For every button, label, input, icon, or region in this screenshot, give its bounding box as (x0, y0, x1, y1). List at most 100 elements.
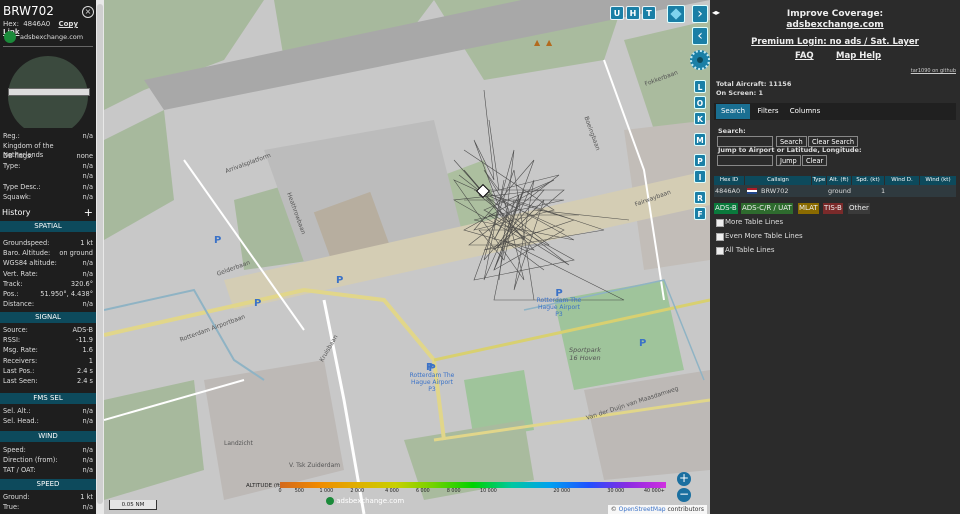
wind-row: TAT / OAT: n/a (3, 466, 93, 475)
chevron-right-icon[interactable]: › (692, 5, 708, 23)
jump-button[interactable]: Jump (776, 155, 801, 166)
gear-icon[interactable] (690, 50, 710, 70)
cell-hex: 4846A0 (715, 187, 741, 195)
premium-login-link[interactable]: Premium Login: no ads / Sat. Layer (710, 37, 960, 47)
altitude-tick-label: 10 000 (480, 489, 497, 494)
map-button-k[interactable]: K (694, 112, 706, 125)
altitude-tick-label: 20 000 (553, 489, 571, 494)
chevron-left-icon[interactable]: ‹ (692, 27, 708, 45)
map-button-t[interactable]: T (642, 6, 656, 20)
altitude-tick-label: 40 000+ (644, 489, 665, 494)
spatial-row: WGS84 altitude: n/a (3, 259, 93, 268)
improve-coverage-link[interactable]: adsbexchange.com (710, 20, 960, 30)
left-panel-scrollbar[interactable] (96, 0, 104, 514)
col-hex-id[interactable]: Hex ID (714, 176, 744, 185)
version-link[interactable]: tar1090 on github (911, 68, 956, 74)
source-chip: ADS-B (714, 203, 738, 214)
checkbox-all-lines[interactable] (716, 247, 724, 255)
tab-columns[interactable]: Columns (786, 104, 824, 119)
typedesc-row: Type Desc.: n/a (3, 183, 93, 191)
row-label: Speed: (3, 446, 26, 454)
speed-row: Ground: 1 kt (3, 493, 93, 502)
row-label: Msg. Rate: (3, 346, 38, 355)
dbflags-row: DB flags: none (3, 152, 93, 160)
col-spd[interactable]: Spd. (kt) (852, 176, 884, 185)
map-button-l[interactable]: L (694, 80, 706, 93)
clear-button[interactable]: Clear (802, 155, 828, 166)
callsign-title: BRW702 (3, 4, 54, 18)
jump-input[interactable] (717, 155, 773, 166)
attribution: © OpenStreetMap contributors (607, 505, 707, 514)
col-callsign[interactable]: Callsign (745, 176, 811, 185)
map-button-p[interactable]: P (694, 154, 706, 167)
close-icon[interactable]: × (82, 6, 94, 18)
osm-link[interactable]: OpenStreetMap (619, 506, 666, 513)
row-label: WGS84 altitude: (3, 259, 57, 268)
col-alt[interactable]: Alt. (ft) (827, 176, 851, 185)
label-landzicht: Landzicht (224, 440, 253, 447)
site-logo-icon (4, 31, 16, 43)
spatial-row: Baro. Altitude: on ground (3, 249, 93, 258)
label-sportpark: Sportpark 16 Hoven (569, 346, 601, 362)
row-value: n/a (82, 446, 93, 454)
faq-link[interactable]: FAQ (795, 51, 814, 61)
map-button-o[interactable]: O (694, 96, 706, 109)
hex-label: Hex: (3, 20, 19, 28)
spatial-row: Distance: n/a (3, 300, 93, 309)
signal-row: RSSI: -11.9 (3, 336, 93, 345)
row-value: 1 (88, 356, 93, 365)
layers-icon[interactable] (667, 5, 685, 23)
section-signal: SIGNAL (0, 312, 96, 323)
altitude-tick-label: 500 (294, 489, 304, 494)
on-screen: On Screen: 1 (716, 89, 763, 97)
row-value: n/a (82, 269, 93, 278)
map-button-f[interactable]: F (694, 207, 706, 220)
scrollbar-thumb[interactable] (97, 4, 103, 504)
row-value: ADS-B (72, 326, 93, 334)
row-value: 1 kt (80, 239, 93, 247)
row-value: n/a (82, 456, 93, 465)
row-label: Baro. Altitude: (3, 249, 51, 258)
row-label: Vert. Rate: (3, 269, 38, 278)
altitude-tick-label: 0 (278, 489, 282, 494)
cell-callsign: BRW702 (761, 187, 789, 195)
row-value: -11.9 (75, 336, 93, 345)
history-label: History (2, 208, 31, 217)
blank-row: n/a (82, 172, 93, 180)
map-button-u[interactable]: U (610, 6, 624, 20)
source-chip: Other (848, 203, 870, 214)
reg-row: Reg.: n/a (3, 132, 93, 140)
col-wind-d[interactable]: Wind D. (885, 176, 919, 185)
checkbox-even-more-lines[interactable] (716, 233, 724, 241)
plus-icon[interactable]: + (84, 206, 93, 219)
map-button-r[interactable]: R (694, 191, 706, 204)
zoom-in-button[interactable]: + (677, 472, 691, 486)
section-spatial: SPATIAL (0, 221, 96, 232)
map-button-h[interactable]: H (626, 6, 640, 20)
row-label: True: (3, 503, 20, 512)
tab-search[interactable]: Search (716, 104, 750, 119)
map-help-link[interactable]: Map Help (836, 51, 881, 61)
wind-row: Speed: n/a (3, 446, 93, 455)
col-wind[interactable]: Wind (kt) (920, 176, 956, 185)
map-button-i[interactable]: I (694, 170, 706, 183)
zoom-out-button[interactable]: − (677, 488, 691, 502)
col-type[interactable]: Type (812, 176, 826, 185)
row-label: Pos.: (3, 290, 19, 298)
row-value: n/a (82, 503, 93, 512)
map-view[interactable]: Arrivalsplatform Rotterdam Airportbaan K… (104, 0, 710, 514)
row-label: RSSI: (3, 336, 21, 345)
checkbox-more-lines[interactable] (716, 219, 724, 227)
tab-filters[interactable]: Filters (752, 104, 784, 119)
jump-label: Jump to Airport or Latitude, Longitude: (718, 146, 862, 154)
type-row: Type: n/a (3, 162, 93, 170)
row-label: Sel. Head.: (3, 417, 39, 426)
fire-station-icon: ▲ (534, 38, 541, 47)
spatial-row: Groundspeed: 1 kt (3, 239, 93, 248)
history-header[interactable]: History + (0, 206, 96, 219)
row-value: n/a (82, 417, 93, 426)
improve-coverage-title: Improve Coverage: (786, 9, 884, 19)
map-button-m[interactable]: M (694, 133, 706, 146)
source-chip: ADS-C/R / UAT (741, 203, 793, 214)
row-label: Source: (3, 326, 28, 334)
